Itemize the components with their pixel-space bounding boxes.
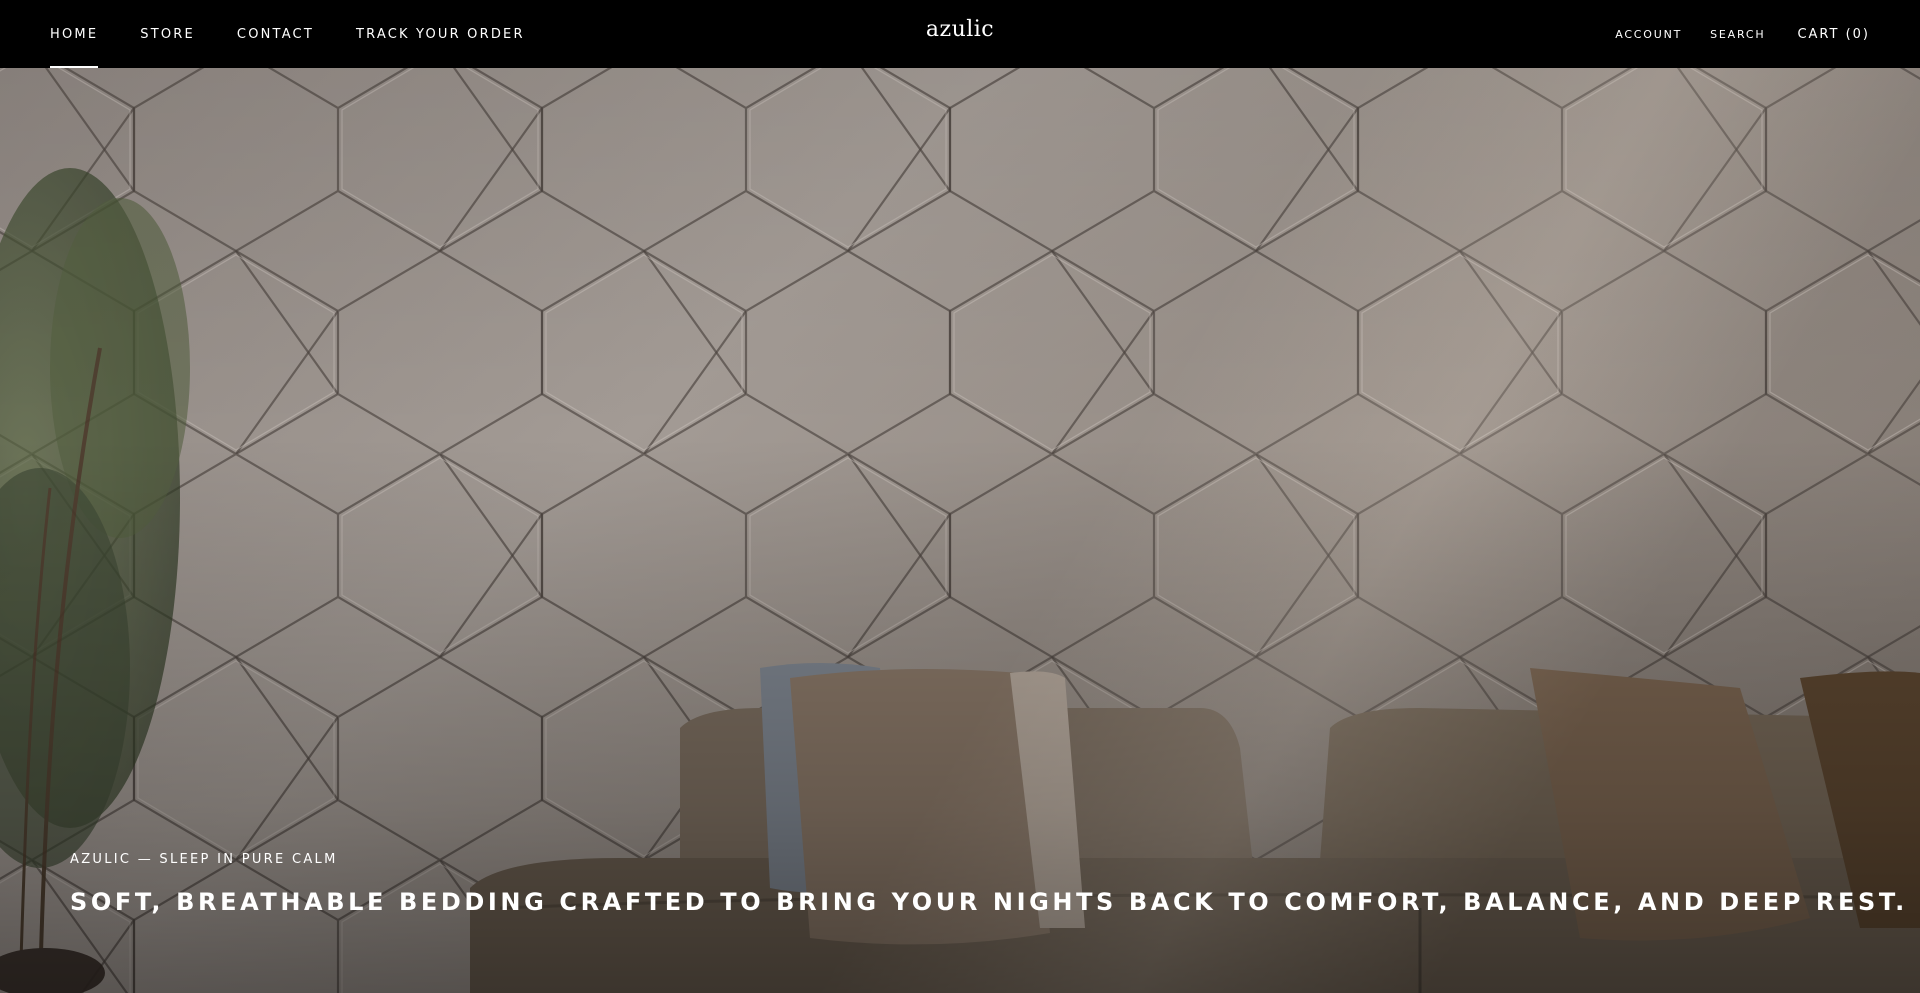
nav-contact-link[interactable]: CONTACT [237,0,314,68]
site-logo[interactable]: azulic [926,17,994,42]
account-link[interactable]: ACCOUNT [1615,28,1682,41]
nav-store-link[interactable]: STORE [140,0,195,68]
nav-track-order-link[interactable]: TRACK YOUR ORDER [356,0,525,68]
main-nav: HOME STORE CONTACT TRACK YOUR ORDER [50,0,567,68]
hero-eyebrow: AZULIC — SLEEP IN PURE CALM [70,852,338,867]
nav-home-link[interactable]: HOME [50,0,99,68]
site-header: HOME STORE CONTACT TRACK YOUR ORDER azul… [0,0,1920,68]
search-link[interactable]: SEARCH [1710,28,1765,41]
hero-title: SOFT, BREATHABLE BEDDING CRAFTED TO BRIN… [70,888,1908,916]
utility-nav: ACCOUNT SEARCH CART (0) [1587,0,1870,68]
cart-link[interactable]: CART (0) [1797,27,1870,42]
